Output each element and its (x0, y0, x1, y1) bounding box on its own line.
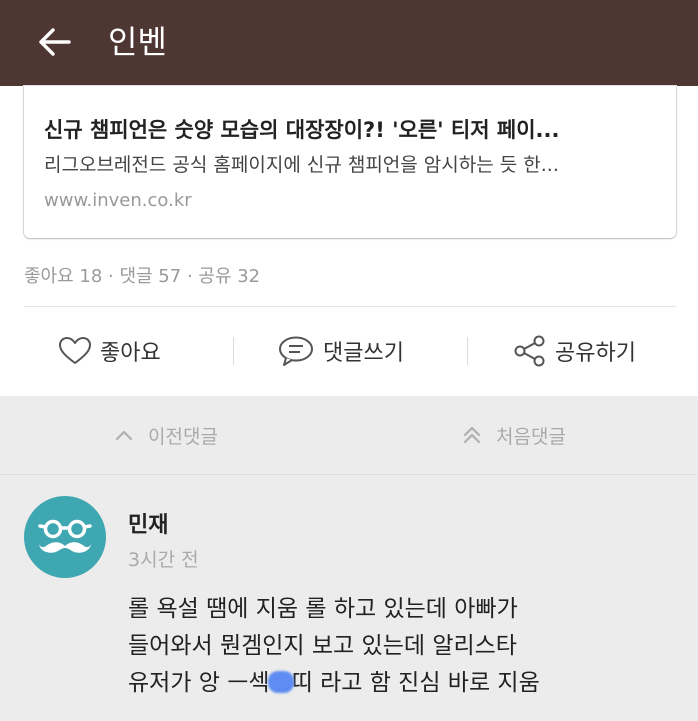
double-chevron-up-icon (463, 426, 481, 444)
censor-blur (267, 671, 294, 693)
app-bar: 인벤 (0, 0, 698, 86)
link-preview-card[interactable]: 신규 챔피언은 숫양 모습의 대장장이?! '오른' 티저 페이... 리그오브… (24, 86, 676, 238)
comment-timestamp: 3시간 전 (128, 549, 199, 571)
link-card-url: www.inven.co.kr (44, 190, 192, 211)
first-comments-button[interactable]: 처음댓글 (462, 396, 566, 474)
speech-bubble-icon (279, 336, 313, 366)
back-button[interactable] (30, 22, 78, 62)
comment-item: 민재 3시간 전 롤 욕설 땜에 지움 롤 하고 있는데 아빠가 들어와서 뭔겜… (0, 475, 698, 721)
link-card-description: 리그오브레전드 공식 홈페이지에 신규 챔피언을 암시하는 듯 한... (44, 154, 559, 176)
previous-comments-button[interactable]: 이전댓글 (114, 396, 218, 474)
comment-navigation: 이전댓글 처음댓글 (0, 396, 698, 475)
previous-comments-label: 이전댓글 (148, 425, 218, 448)
write-comment-label: 댓글쓰기 (323, 341, 404, 366)
arrow-left-icon (39, 28, 71, 56)
like-label: 좋아요 (100, 341, 161, 366)
action-bar: 좋아요 댓글쓰기 공유하기 (0, 307, 698, 395)
link-card-title: 신규 챔피언은 숫양 모습의 대장장이?! '오른' 티저 페이... (44, 118, 560, 142)
first-comments-label: 처음댓글 (496, 425, 566, 448)
post-stats: 좋아요 18 · 댓글 57 · 공유 32 (24, 266, 261, 287)
post-content: 신규 챔피언은 숫양 모습의 대장장이?! '오른' 티저 페이... 리그오브… (0, 86, 698, 396)
action-separator (233, 337, 234, 365)
write-comment-button[interactable]: 댓글쓰기 (277, 307, 404, 395)
share-label: 공유하기 (555, 341, 636, 366)
avatar[interactable] (24, 496, 106, 578)
comment-author[interactable]: 민재 (128, 507, 168, 539)
comment-text: 롤 욕설 땜에 지움 롤 하고 있는데 아빠가 들어와서 뭔겜인지 보고 있는데… (128, 591, 668, 702)
share-button[interactable]: 공유하기 (513, 307, 636, 395)
comment-line: 롤 욕설 땜에 지움 롤 하고 있는데 아빠가 (128, 596, 518, 622)
comment-line: 유저가 앙 ㅡ섹 띠 라고 함 진심 바로 지움 (128, 665, 668, 702)
app-title: 인벤 (108, 23, 167, 61)
comment-line-part: 띠 라고 함 진심 바로 지움 (291, 670, 540, 696)
comment-line-part: 유저가 앙 ㅡ섹 (128, 670, 270, 696)
share-icon (514, 335, 545, 367)
action-separator (467, 337, 468, 365)
heart-icon (59, 337, 91, 364)
chevron-up-icon (115, 430, 133, 441)
like-button[interactable]: 좋아요 (58, 307, 161, 395)
glasses-mustache-icon (38, 519, 92, 553)
comment-line: 들어와서 뭔겜인지 보고 있는데 알리스타 (128, 633, 517, 659)
